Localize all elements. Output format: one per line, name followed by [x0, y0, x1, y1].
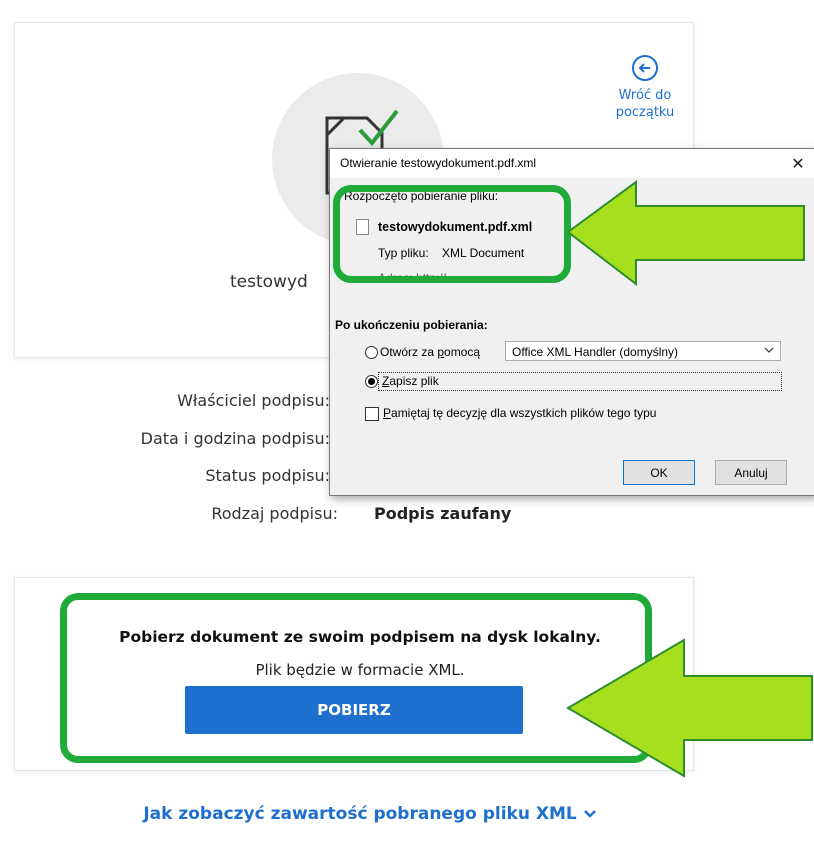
save-file-label[interactable]: Zapisz plik [382, 374, 439, 388]
close-icon[interactable]: ✕ [781, 149, 814, 178]
signature-type-value: Podpis zaufany [374, 504, 512, 523]
remember-decision-label[interactable]: Pamiętaj tę decyzję dla wszystkich plikó… [383, 406, 656, 420]
arrow-left-highlight-icon [566, 180, 805, 287]
application-select[interactable]: Office XML Handler (domyślny) [505, 341, 781, 361]
arrow-left-highlight-icon [566, 638, 813, 778]
filename-highlight-frame [333, 185, 571, 283]
save-file-radio[interactable] [365, 375, 378, 388]
open-with-label[interactable]: Otwórz za pomocą [380, 345, 480, 359]
download-highlight-frame [60, 593, 652, 763]
xml-help-link[interactable]: Jak zobaczyć zawartość pobranego pliku X… [0, 804, 740, 824]
owner-label: Właściciel podpisu: [177, 391, 330, 410]
arrow-left-icon [632, 55, 658, 81]
xml-help-link-text: Jak zobaczyć zawartość pobranego pliku X… [143, 804, 577, 824]
after-download-label: Po ukończeniu pobierania: [335, 318, 488, 332]
back-to-start-link[interactable]: Wróć do początku [610, 55, 680, 121]
type-label: Rodzaj podpisu: [211, 504, 338, 523]
remember-decision-checkbox[interactable] [365, 407, 379, 421]
back-link-line2: początku [615, 105, 675, 120]
application-select-value: Office XML Handler (domyślny) [512, 345, 679, 359]
back-link-line1: Wróć do [618, 88, 672, 103]
ok-button[interactable]: OK [623, 460, 695, 485]
cancel-button[interactable]: Anuluj [715, 460, 787, 485]
chevron-down-icon [764, 342, 774, 362]
dialog-title: Otwieranie testowydokument.pdf.xml [340, 156, 537, 170]
date-label: Data i godzina podpisu: [140, 429, 330, 448]
open-with-radio[interactable] [365, 346, 378, 359]
status-label: Status podpisu: [205, 466, 330, 485]
document-filename: testowyd [230, 272, 308, 292]
dialog-titlebar: Otwieranie testowydokument.pdf.xml ✕ [330, 149, 814, 178]
chevron-down-icon [583, 804, 597, 824]
